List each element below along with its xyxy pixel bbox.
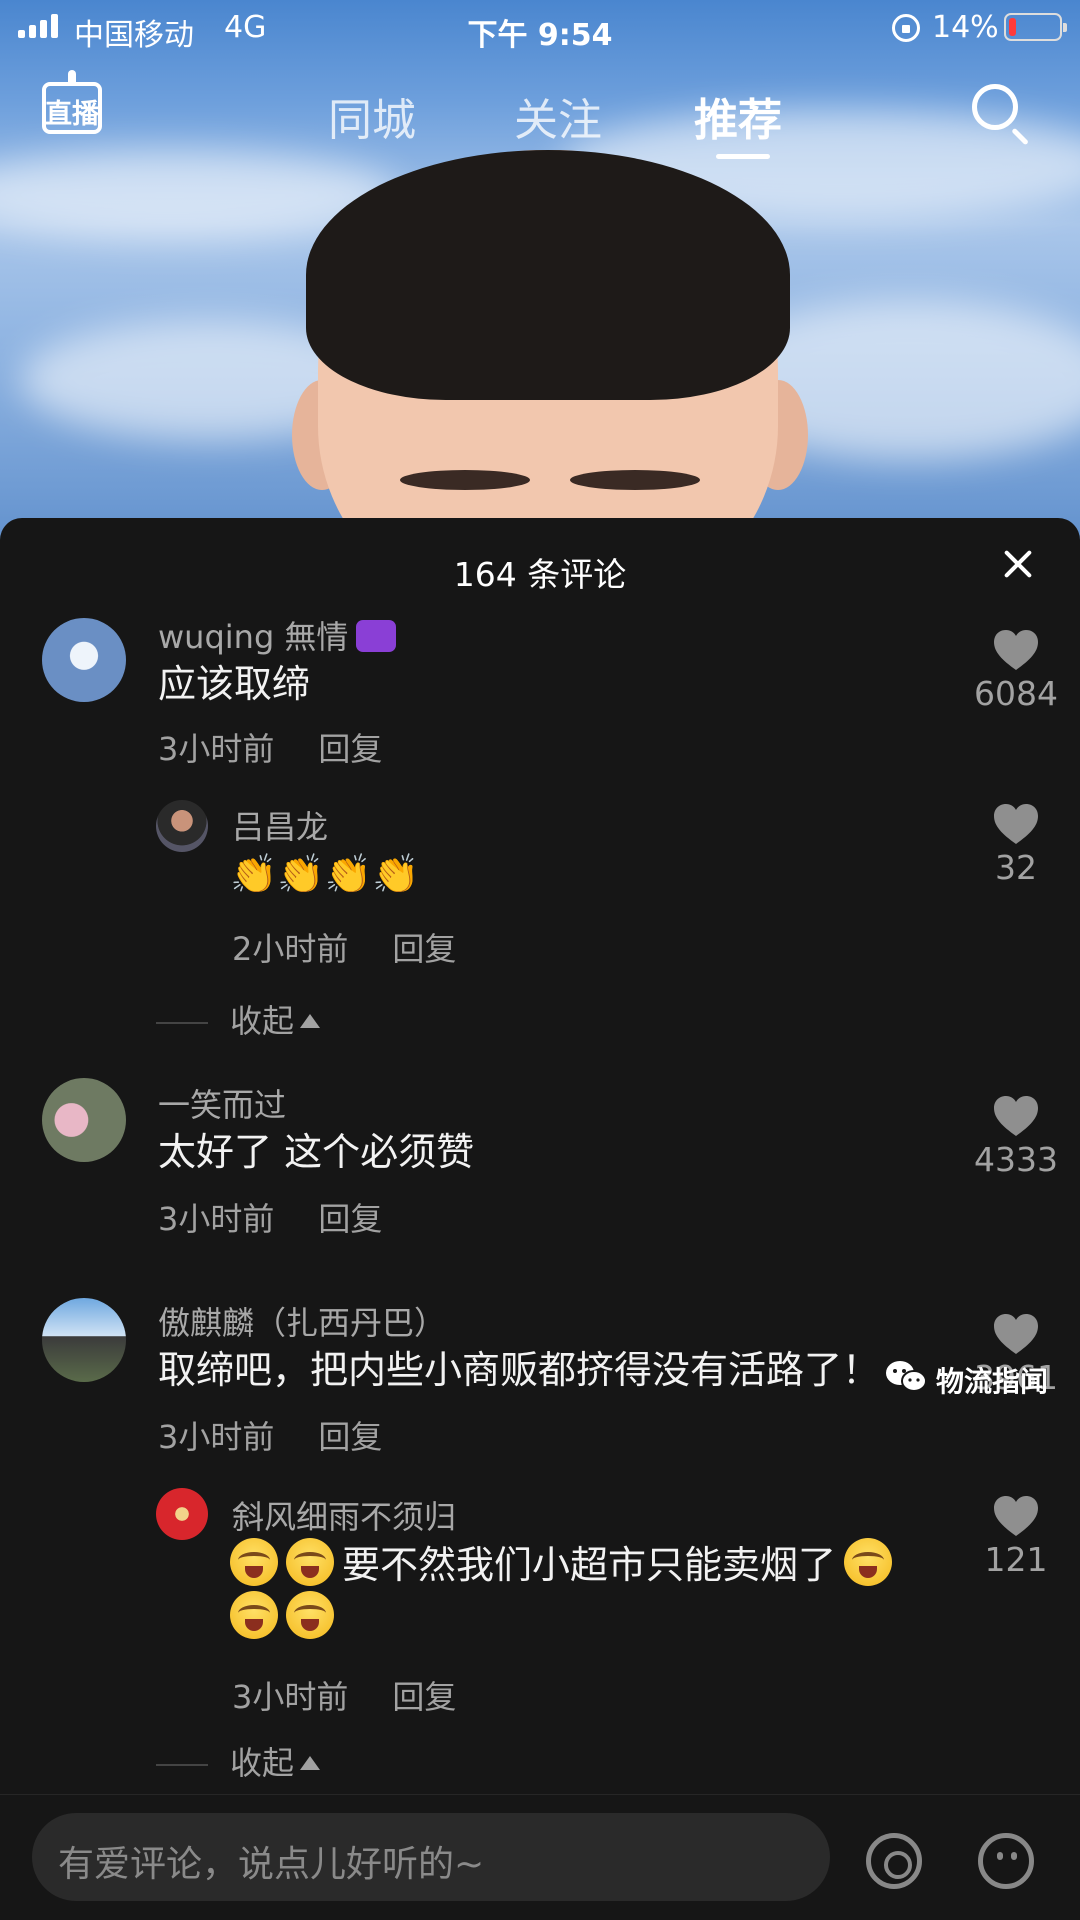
tab-following[interactable]: 关注 <box>514 84 602 148</box>
avatar[interactable] <box>42 1078 126 1162</box>
comment-text: 取缔吧，把内些小商贩都挤得没有活路了！ <box>158 1348 881 1392</box>
like-count: 4333 <box>974 1140 1058 1179</box>
comment-username[interactable]: 吕昌龙 <box>232 802 328 848</box>
like-button[interactable]: 4333 <box>964 1094 1068 1179</box>
presenter-hair <box>306 150 790 400</box>
comment-text-content: 要不然我们小超市只能卖烟了 <box>342 1543 837 1587</box>
crying-emoji-icon <box>286 1591 334 1639</box>
battery-level <box>1009 18 1016 36</box>
presenter-brow <box>570 470 700 490</box>
collapse-arrow-icon <box>300 1014 321 1028</box>
crying-emoji-icon <box>230 1538 278 1586</box>
avatar[interactable] <box>42 1298 126 1382</box>
avatar[interactable] <box>42 618 126 702</box>
search-icon[interactable] <box>972 84 1018 130</box>
heart-icon <box>994 1096 1038 1136</box>
collapse-arrow-icon <box>300 1756 321 1770</box>
collapse-replies-button[interactable]: 收起 <box>156 996 321 1042</box>
heart-icon <box>994 1314 1038 1354</box>
live-icon[interactable]: 直播 <box>42 70 102 138</box>
battery-icon <box>1004 13 1067 41</box>
tab-nearby[interactable]: 同城 <box>328 84 416 148</box>
comment-username[interactable]: 一笑而过 <box>158 1080 286 1126</box>
like-button[interactable]: 6084 <box>964 628 1068 713</box>
heart-icon <box>994 1496 1038 1536</box>
like-count: 121 <box>984 1540 1048 1579</box>
crying-emoji-icon <box>844 1538 893 1586</box>
zodiac-badge-icon <box>356 620 397 652</box>
like-count: 6084 <box>974 674 1058 713</box>
comment-username[interactable]: wuqing 無情 <box>158 612 397 658</box>
tab-recommended[interactable]: 推荐 <box>694 84 782 148</box>
rotation-lock-icon <box>892 14 920 42</box>
crying-emoji-icon <box>286 1538 334 1586</box>
status-bar: 中国移动 4G 下午 9:54 14% <box>0 0 1080 54</box>
crying-emoji-icon <box>230 1591 278 1639</box>
like-button[interactable]: 32 <box>964 802 1068 887</box>
watermark-text: 物流指闻 <box>936 1365 1049 1398</box>
reply-button[interactable]: 回复 <box>318 1200 382 1238</box>
comment-meta: 3小时前 回复 <box>232 1672 456 1718</box>
presenter-brow <box>400 470 530 490</box>
comment-time: 3小时前 <box>158 1418 275 1456</box>
comment-input-bar: 有爱评论，说点儿好听的~ <box>0 1794 1080 1920</box>
comments-panel: 164 条评论 wuqing 無情 应该取缔 3小时前 回复 6084 吕昌龙 👏… <box>0 518 1080 1920</box>
comment-list[interactable]: wuqing 無情 应该取缔 3小时前 回复 6084 吕昌龙 👏👏👏👏 2小时前… <box>0 518 1080 1794</box>
comment-meta: 3小时前 回复 <box>158 1194 382 1240</box>
comment-username[interactable]: 斜风细雨不须归 <box>232 1492 456 1538</box>
heart-icon <box>994 804 1038 844</box>
reply-button[interactable]: 回复 <box>318 1418 382 1456</box>
collapse-replies-button[interactable]: 收起 <box>156 1738 321 1784</box>
comment-time: 2小时前 <box>232 930 349 968</box>
wechat-icon <box>886 1361 927 1392</box>
comment-time: 3小时前 <box>232 1678 349 1716</box>
like-count: 32 <box>995 848 1037 887</box>
comment-text: 👏👏👏👏 <box>230 852 420 896</box>
comment-meta: 3小时前 回复 <box>158 724 382 770</box>
comment-text: 应该取缔 <box>158 662 311 706</box>
collapse-label: 收起 <box>230 1744 295 1782</box>
active-tab-indicator <box>716 154 770 159</box>
comment-input-placeholder: 有爱评论，说点儿好听的~ <box>58 1844 485 1885</box>
comment-text: 要不然我们小超市只能卖烟了 <box>230 1538 930 1644</box>
collapse-label: 收起 <box>230 1002 295 1040</box>
reply-button[interactable]: 回复 <box>392 930 456 968</box>
at-icon[interactable] <box>866 1833 922 1889</box>
comment-meta: 3小时前 回复 <box>158 1412 382 1458</box>
reply-button[interactable]: 回复 <box>318 730 382 768</box>
avatar[interactable] <box>156 1488 208 1540</box>
reply-button[interactable]: 回复 <box>392 1678 456 1716</box>
like-button[interactable]: 121 <box>964 1494 1068 1579</box>
heart-icon <box>994 630 1038 670</box>
comment-time: 3小时前 <box>158 1200 275 1238</box>
battery-percent: 14% <box>932 10 999 45</box>
comment-meta: 2小时前 回复 <box>232 924 456 970</box>
emoji-icon[interactable] <box>978 1833 1034 1889</box>
comment-username[interactable]: 傲麒麟（扎西丹巴） <box>158 1298 446 1344</box>
live-label: 直播 <box>45 99 99 130</box>
comment-time: 3小时前 <box>158 730 275 768</box>
comment-text: 太好了 这个必须赞 <box>158 1130 475 1174</box>
avatar[interactable] <box>156 800 208 852</box>
